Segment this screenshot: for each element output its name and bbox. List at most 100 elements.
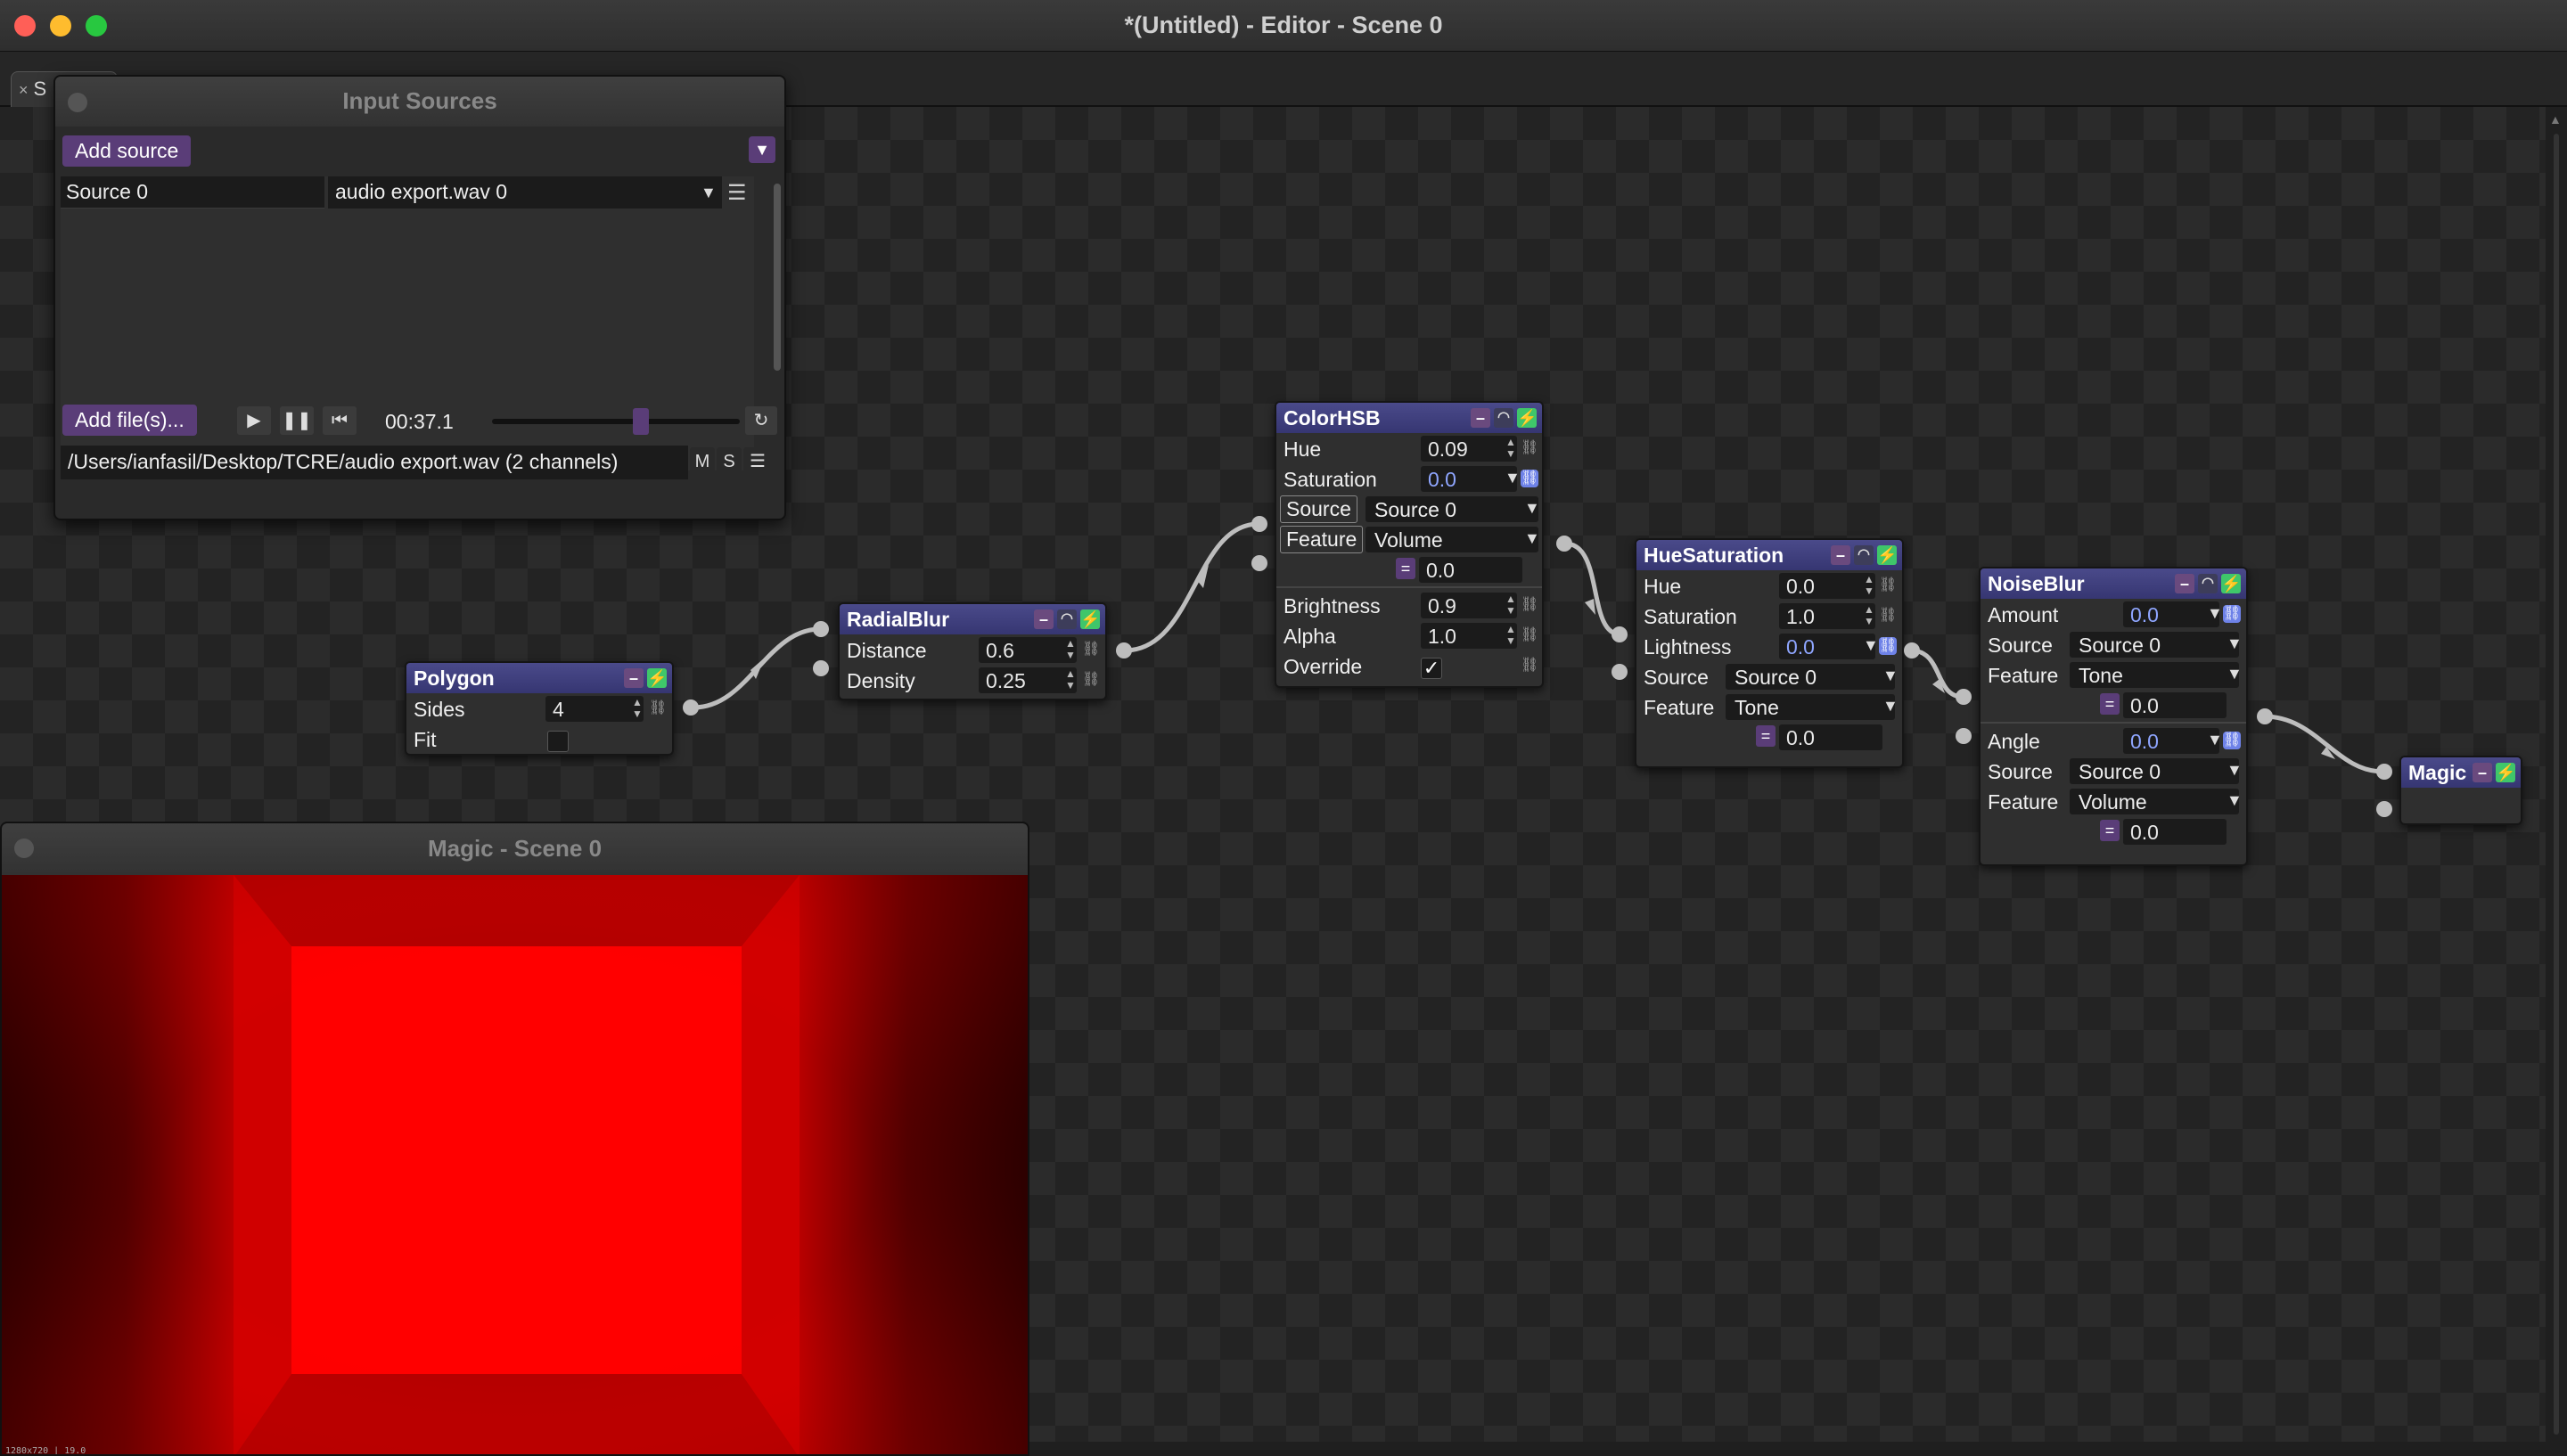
node-header[interactable]: Polygon – ⚡ xyxy=(406,663,672,693)
listen-icon[interactable]: ◠ xyxy=(2198,574,2218,593)
power-toggle-icon[interactable]: ⚡ xyxy=(1080,609,1100,629)
menu-icon[interactable]: ☰ xyxy=(743,447,772,478)
chevron-down-icon[interactable]: ▼ xyxy=(701,184,717,202)
play-icon[interactable]: ▶ xyxy=(237,406,271,435)
link-icon[interactable]: ⛓ xyxy=(1082,641,1100,658)
polygon-node[interactable]: Polygon – ⚡ Sides 4 ▲ ▼ ⛓ Fit xyxy=(405,661,674,756)
slider-thumb[interactable] xyxy=(632,408,649,435)
preview-titlebar[interactable]: Magic - Scene 0 xyxy=(2,823,1028,875)
close-preview-button[interactable] xyxy=(14,838,34,858)
solo-button[interactable]: S xyxy=(717,447,742,478)
chevron-down-icon[interactable]: ▼ xyxy=(1863,636,1879,655)
chevron-down-icon[interactable]: ▼ xyxy=(2227,761,2243,780)
output-port[interactable] xyxy=(1556,536,1572,552)
power-toggle-icon[interactable]: ⚡ xyxy=(2496,763,2515,782)
input-port[interactable] xyxy=(1251,516,1267,532)
source-name-field[interactable]: Source 0 xyxy=(61,176,324,209)
node-header[interactable]: NoiseBlur – ◠ ⚡ xyxy=(1981,568,2246,599)
chevron-down-icon[interactable]: ▼ xyxy=(1524,529,1540,548)
source-dropdown[interactable]: Source 0 xyxy=(2070,632,2239,658)
power-toggle-icon[interactable]: ⚡ xyxy=(2221,574,2241,593)
chevron-down-icon[interactable]: ▼ xyxy=(2227,665,2243,683)
link-icon[interactable]: ⛓ xyxy=(1879,607,1897,625)
equals-button[interactable]: = xyxy=(1396,558,1415,579)
add-source-button[interactable]: Add source xyxy=(62,135,192,167)
listen-icon[interactable]: ◠ xyxy=(1854,545,1874,565)
node-header[interactable]: HueSaturation – ◠ ⚡ xyxy=(1636,540,1902,570)
stepper-icon[interactable]: ▲ ▼ xyxy=(1062,668,1078,693)
chevron-down-icon[interactable]: ▼ xyxy=(2227,791,2243,810)
list-scrollbar[interactable] xyxy=(774,184,781,371)
stepper-icon[interactable]: ▲ ▼ xyxy=(629,697,645,722)
equals-button[interactable]: = xyxy=(1756,725,1776,747)
modulation-field[interactable]: 0.0 xyxy=(2123,692,2227,718)
link-icon[interactable]: ⛓ xyxy=(1082,671,1100,689)
output-port[interactable] xyxy=(2257,708,2273,724)
stepper-icon[interactable]: ▲ ▼ xyxy=(1861,574,1877,599)
input-port[interactable] xyxy=(1956,689,1972,705)
link-icon[interactable]: ⛓ xyxy=(1521,626,1538,644)
amount-field[interactable]: 0.0 xyxy=(2123,601,2219,627)
fit-checkbox[interactable] xyxy=(547,731,569,752)
minimize-node-button[interactable]: – xyxy=(2175,574,2194,593)
link-icon[interactable]: ⛓ xyxy=(649,699,667,717)
stepper-icon[interactable]: ▲ ▼ xyxy=(1062,638,1078,663)
output-port[interactable] xyxy=(1904,642,1920,658)
link-active-icon[interactable]: ⛓ xyxy=(1521,470,1538,487)
link-icon[interactable]: ⛓ xyxy=(1521,439,1538,457)
minimize-node-button[interactable]: – xyxy=(624,668,644,688)
radialblur-node[interactable]: RadialBlur – ◠ ⚡ Distance 0.6 ▲ ▼ ⛓ Densi… xyxy=(838,602,1107,700)
power-toggle-icon[interactable]: ⚡ xyxy=(1877,545,1897,565)
rewind-icon[interactable]: ⏮ xyxy=(323,406,357,435)
colorhsb-node[interactable]: ColorHSB – ◠ ⚡ Hue 0.09 ▲ ▼ ⛓ Saturation … xyxy=(1275,401,1544,688)
source-dropdown[interactable]: Source 0 xyxy=(1726,664,1895,690)
override-checkbox[interactable]: ✓ xyxy=(1421,658,1442,679)
feature-dropdown[interactable]: Volume xyxy=(2070,789,2239,814)
stepper-icon[interactable]: ▲ ▼ xyxy=(1503,624,1519,649)
huesaturation-node[interactable]: HueSaturation – ◠ ⚡ Hue 0.0 ▲ ▼ ⛓ Saturat… xyxy=(1635,538,1904,768)
feature-dropdown[interactable]: Volume xyxy=(1366,527,1538,552)
minimize-node-button[interactable]: – xyxy=(1034,609,1054,629)
link-active-icon[interactable]: ⛓ xyxy=(1879,637,1897,655)
source-file-dropdown[interactable]: audio export.wav 0 xyxy=(328,176,722,209)
listen-icon[interactable]: ◠ xyxy=(1057,609,1077,629)
input-port[interactable] xyxy=(1612,664,1628,680)
input-sources-titlebar[interactable]: Input Sources xyxy=(55,77,784,127)
source-dropdown[interactable]: Source 0 xyxy=(2070,758,2239,784)
magic-node[interactable]: Magic – ⚡ xyxy=(2399,756,2522,825)
chevron-down-icon[interactable]: ▼ xyxy=(1882,697,1899,716)
chevron-down-icon[interactable]: ▼ xyxy=(2227,634,2243,653)
file-path-field[interactable]: /Users/ianfasil/Desktop/TCRE/audio expor… xyxy=(61,446,688,479)
output-port[interactable] xyxy=(683,699,699,716)
equals-button[interactable]: = xyxy=(2100,820,2120,841)
chevron-down-icon[interactable]: ▼ xyxy=(1882,667,1899,685)
stepper-icon[interactable]: ▲ ▼ xyxy=(1861,604,1877,629)
link-active-icon[interactable]: ⛓ xyxy=(2223,605,2241,623)
stepper-icon[interactable]: ▲ ▼ xyxy=(1503,437,1519,462)
playback-slider[interactable] xyxy=(492,408,740,435)
chevron-down-icon[interactable]: ▼ xyxy=(2207,604,2223,623)
modulation-field[interactable]: 0.0 xyxy=(1779,724,1882,750)
minimize-node-button[interactable]: – xyxy=(1471,408,1490,428)
input-port[interactable] xyxy=(813,621,829,637)
input-port[interactable] xyxy=(2376,801,2392,817)
input-port[interactable] xyxy=(813,660,829,676)
chevron-down-icon[interactable]: ▼ xyxy=(749,136,775,163)
power-toggle-icon[interactable]: ⚡ xyxy=(1517,408,1537,428)
pause-icon[interactable]: ❚❚ xyxy=(280,406,314,435)
lightness-field[interactable]: 0.0 xyxy=(1779,634,1875,659)
chevron-down-icon[interactable]: ▼ xyxy=(1524,499,1540,518)
input-port[interactable] xyxy=(1956,728,1972,744)
input-port[interactable] xyxy=(2376,764,2392,780)
add-files-button[interactable]: Add file(s)... xyxy=(62,405,197,436)
minimize-node-button[interactable]: – xyxy=(2473,763,2492,782)
saturation-field[interactable]: 0.0 xyxy=(1421,466,1517,492)
noiseblur-node[interactable]: NoiseBlur – ◠ ⚡ Amount 0.0 ▼ ⛓ Source So… xyxy=(1979,567,2248,866)
chevron-down-icon[interactable]: ▼ xyxy=(2207,731,2223,749)
output-port[interactable] xyxy=(1116,642,1132,658)
node-header[interactable]: ColorHSB – ◠ ⚡ xyxy=(1276,403,1542,433)
modulation-field[interactable]: 0.0 xyxy=(1419,557,1522,583)
node-header[interactable]: Magic – ⚡ xyxy=(2401,757,2521,788)
input-port[interactable] xyxy=(1251,555,1267,571)
source-dropdown[interactable]: Source 0 xyxy=(1366,496,1538,522)
